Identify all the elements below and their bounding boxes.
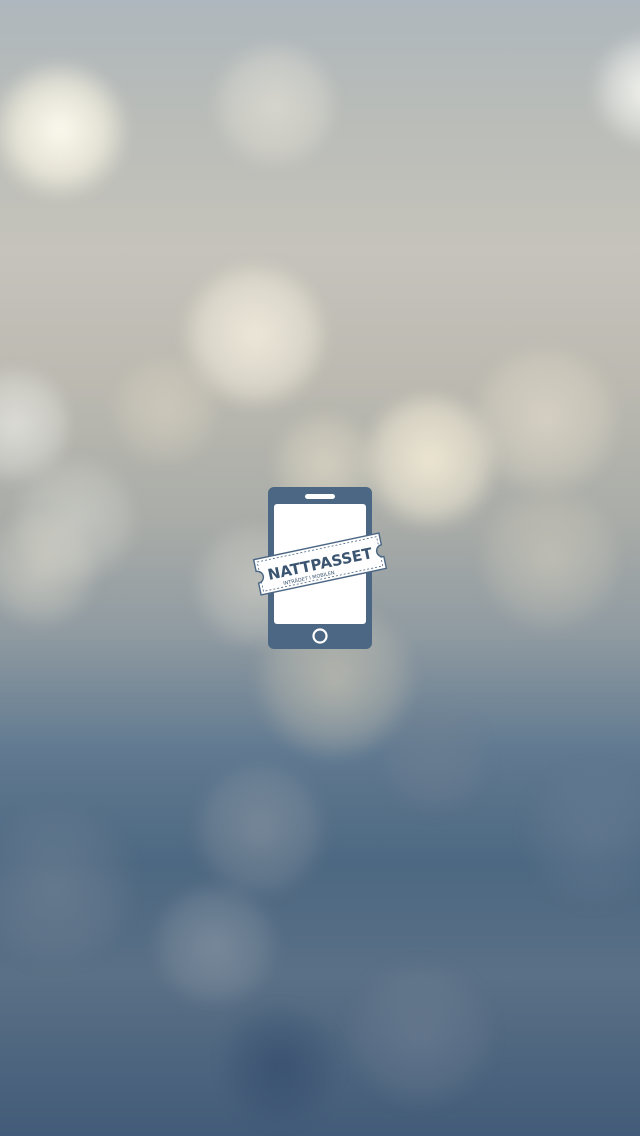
bokeh-light bbox=[480, 480, 620, 640]
splash-logo: NATTPASSET INTRÄDET I MOBILEN bbox=[252, 487, 388, 649]
bokeh-light bbox=[150, 880, 280, 1010]
phone-speaker bbox=[305, 494, 335, 499]
bokeh-light bbox=[380, 700, 490, 820]
bokeh-light bbox=[520, 760, 640, 910]
bokeh-shadow bbox=[220, 1000, 340, 1130]
bokeh-light bbox=[210, 40, 340, 170]
bokeh-light bbox=[0, 800, 140, 970]
bokeh-light bbox=[590, 30, 640, 150]
bokeh-light bbox=[0, 60, 130, 200]
bokeh-light bbox=[470, 340, 620, 500]
bokeh-light bbox=[190, 760, 330, 900]
bokeh-light bbox=[110, 350, 220, 470]
bokeh-light bbox=[340, 960, 500, 1110]
phone-ticket-icon: NATTPASSET INTRÄDET I MOBILEN bbox=[252, 487, 388, 649]
